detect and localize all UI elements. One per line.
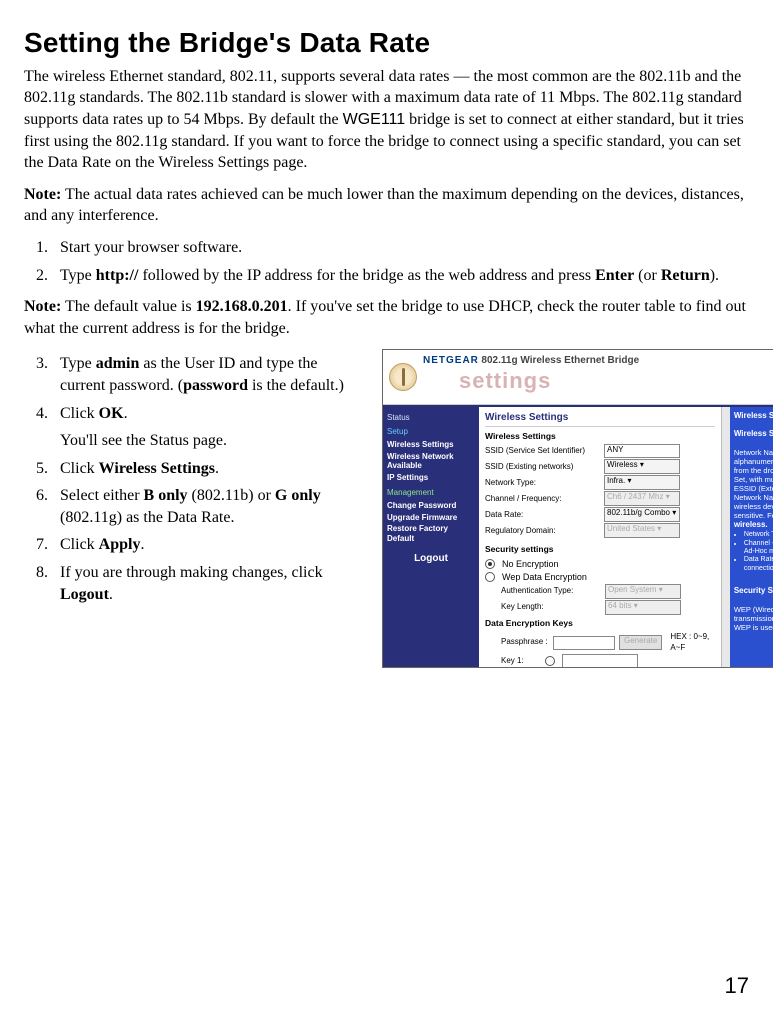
- step-8: If you are through making changes, click…: [52, 562, 364, 605]
- auth-type-select[interactable]: Open System ▾: [605, 584, 681, 599]
- regulatory-label: Regulatory Domain:: [485, 526, 600, 537]
- data-encryption-heading: Data Encryption Keys: [485, 618, 715, 629]
- step-6: Select either B only (802.11b) or G only…: [52, 485, 364, 528]
- passphrase-label: Passphrase :: [501, 637, 549, 648]
- data-rate-label: Data Rate:: [485, 510, 600, 521]
- nav-wireless-settings[interactable]: Wireless Settings: [387, 440, 475, 450]
- sidebar: Status Setup Wireless Settings Wireless …: [383, 407, 479, 667]
- embedded-screenshot: NETGEAR 802.11g Wireless Ethernet Bridge…: [382, 349, 773, 667]
- page-number: 17: [725, 971, 749, 1001]
- help-panel: Wireless Settin Wireless Settings Networ…: [730, 407, 773, 667]
- channel-label: Channel / Frequency:: [485, 494, 600, 505]
- existing-networks-select[interactable]: Wireless ▾: [604, 459, 680, 474]
- key1-radio[interactable]: [545, 656, 555, 666]
- nav-change-password[interactable]: Change Password: [387, 501, 475, 511]
- netgear-logo-icon: [389, 363, 417, 391]
- nav-upgrade-firmware[interactable]: Upgrade Firmware: [387, 513, 475, 523]
- no-encryption-radio[interactable]: [485, 559, 495, 569]
- key-length-select[interactable]: 64 bits ▾: [605, 600, 681, 615]
- nav-restore-default[interactable]: Restore Factory Default: [387, 524, 475, 543]
- auth-type-label: Authentication Type:: [501, 586, 601, 597]
- intro-paragraph: The wireless Ethernet standard, 802.11, …: [24, 66, 749, 174]
- nav-management-header: Management: [387, 488, 475, 499]
- security-heading: Security settings: [485, 544, 715, 555]
- no-encryption-label: No Encryption: [502, 558, 559, 570]
- step-4-sub: You'll see the Status page.: [60, 430, 364, 452]
- nav-status[interactable]: Status: [387, 413, 475, 424]
- network-type-label: Network Type:: [485, 478, 600, 489]
- step-1: Start your browser software.: [52, 237, 749, 259]
- panel-subheading: Wireless Settings: [485, 431, 715, 442]
- key-length-label: Key Length:: [501, 602, 601, 613]
- center-scrollbar[interactable]: [721, 407, 730, 667]
- brand-label: NETGEAR: [423, 355, 479, 366]
- key1-label: Key 1:: [501, 656, 541, 667]
- nav-wireless-network[interactable]: Wireless Network Available: [387, 452, 475, 471]
- wep-radio[interactable]: [485, 572, 495, 582]
- step-5: Click Wireless Settings.: [52, 458, 364, 480]
- nav-ip-settings[interactable]: IP Settings: [387, 473, 475, 483]
- note-2: Note: The default value is 192.168.0.201…: [24, 296, 749, 339]
- step-7: Click Apply.: [52, 534, 364, 556]
- generate-button[interactable]: Generate: [619, 635, 662, 650]
- network-type-select[interactable]: Infra. ▾: [604, 475, 680, 490]
- regulatory-select[interactable]: United States ▾: [604, 523, 680, 538]
- product-title: 802.11g Wireless Ethernet Bridge: [481, 355, 639, 366]
- panel-heading: Wireless Settings: [485, 411, 715, 428]
- existing-networks-label: SSID (Existing networks): [485, 462, 600, 473]
- data-rate-select[interactable]: 802.11b/g Combo ▾: [604, 507, 680, 522]
- key1-input[interactable]: [562, 654, 638, 666]
- settings-heading: settings: [459, 366, 639, 396]
- wep-label: Wep Data Encryption: [502, 571, 587, 583]
- main-panel: Wireless Settings Wireless Settings SSID…: [479, 407, 721, 667]
- note-1: Note: The actual data rates achieved can…: [24, 184, 749, 227]
- step-2: Type http:// followed by the IP address …: [52, 265, 749, 287]
- nav-logout[interactable]: Logout: [387, 552, 475, 566]
- step-3: Type admin as the User ID and type the c…: [52, 353, 364, 396]
- step-4: Click OK.: [52, 403, 364, 425]
- passphrase-input[interactable]: [553, 636, 615, 650]
- channel-select[interactable]: Ch6 / 2437 Mhz ▾: [604, 491, 680, 506]
- ssid-input[interactable]: ANY: [604, 444, 680, 458]
- help-heading: Wireless Settin: [734, 411, 773, 420]
- hex-hint: HEX : 0~9, A~F: [670, 632, 714, 654]
- page-title: Setting the Bridge's Data Rate: [24, 24, 749, 62]
- ssid-label: SSID (Service Set Identifier): [485, 446, 600, 457]
- nav-setup-header: Setup: [387, 427, 475, 438]
